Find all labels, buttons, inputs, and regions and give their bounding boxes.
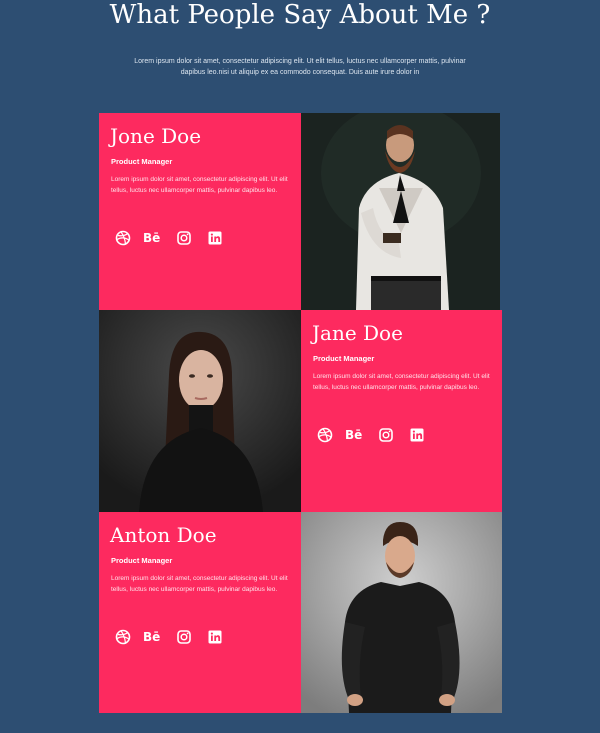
person-bio: Lorem ipsum dolor sit amet, consectetur …: [111, 575, 288, 593]
person-bio: Lorem ipsum dolor sit amet, consectetur …: [313, 373, 490, 391]
person-card-anton: Anton Doe Product Manager Lorem ipsum do…: [99, 512, 301, 713]
section-title: What People Say About Me ?: [109, 0, 491, 30]
behance-icon[interactable]: Bē: [143, 230, 163, 246]
person-photo-jone: [301, 113, 500, 310]
person-photo-jane: [99, 310, 301, 512]
linkedin-icon[interactable]: [207, 629, 223, 645]
linkedin-icon[interactable]: [409, 427, 425, 443]
person-name: Jone Doe: [110, 124, 202, 148]
instagram-icon[interactable]: [378, 427, 394, 443]
linkedin-icon[interactable]: [207, 230, 223, 246]
person-card-jane: Jane Doe Product Manager Lorem ipsum dol…: [301, 310, 502, 512]
person-photo-anton: [301, 512, 502, 713]
person-role: Product Manager: [111, 556, 173, 565]
instagram-icon[interactable]: [176, 629, 192, 645]
dribbble-icon[interactable]: [317, 427, 333, 443]
dribbble-icon[interactable]: [115, 230, 131, 246]
dribbble-icon[interactable]: [115, 629, 131, 645]
person-card-jone: Jone Doe Product Manager Lorem ipsum dol…: [99, 113, 301, 310]
section-intro: Lorem ipsum dolor sit amet, consectetur …: [134, 58, 466, 76]
person-name: Jane Doe: [312, 321, 403, 345]
person-role: Product Manager: [111, 157, 173, 166]
testimonial-grid: Jone Doe Product Manager Lorem ipsum dol…: [99, 113, 502, 713]
person-role: Product Manager: [313, 354, 375, 363]
behance-icon[interactable]: Bē: [345, 427, 365, 443]
person-bio: Lorem ipsum dolor sit amet, consectetur …: [111, 176, 288, 194]
person-name: Anton Doe: [110, 523, 217, 547]
instagram-icon[interactable]: [176, 230, 192, 246]
behance-icon[interactable]: Bē: [143, 629, 163, 645]
